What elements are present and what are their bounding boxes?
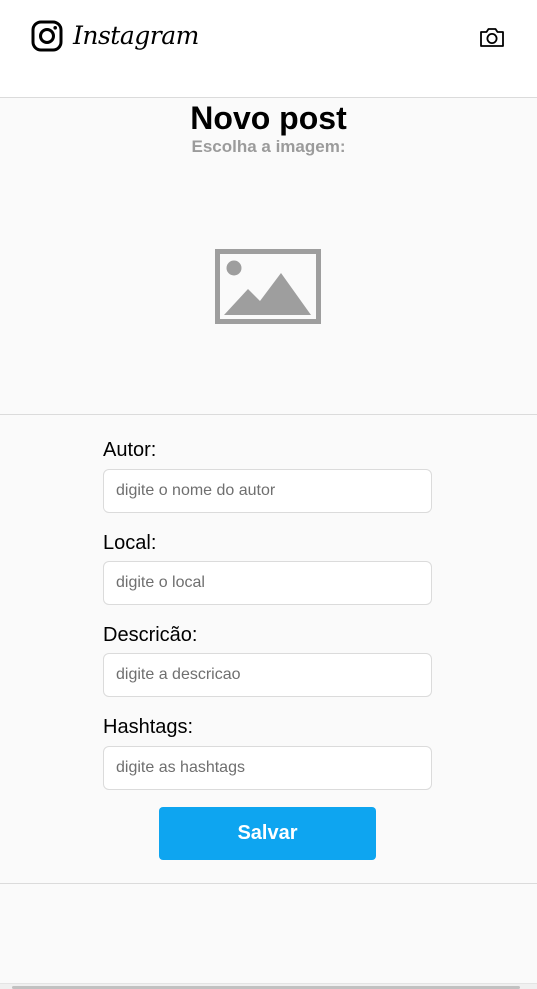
camera-icon <box>479 25 505 49</box>
top-bar: Instagram <box>0 0 537 98</box>
author-input[interactable] <box>103 469 432 513</box>
page-subtitle: Escolha a imagem: <box>191 137 346 156</box>
instagram-logo-icon <box>31 20 63 52</box>
image-picker[interactable] <box>215 249 321 324</box>
page-title: Novo post <box>190 100 347 136</box>
location-input[interactable] <box>103 561 432 605</box>
description-input[interactable] <box>103 653 432 697</box>
image-placeholder-icon <box>215 249 321 324</box>
description-label: Descricão: <box>103 624 198 646</box>
camera-button[interactable] <box>479 25 505 49</box>
horizontal-scrollbar[interactable] <box>0 983 537 989</box>
post-form: Autor: Local: Descricão: Hashtags: Salva… <box>0 414 537 884</box>
brand-name: Instagram <box>73 21 199 50</box>
hashtags-label: Hashtags: <box>103 716 194 738</box>
author-label: Autor: <box>103 439 157 461</box>
hashtags-input[interactable] <box>103 746 432 790</box>
save-button[interactable]: Salvar <box>159 807 376 860</box>
brand-logo[interactable]: Instagram <box>31 20 199 52</box>
location-label: Local: <box>103 532 157 554</box>
